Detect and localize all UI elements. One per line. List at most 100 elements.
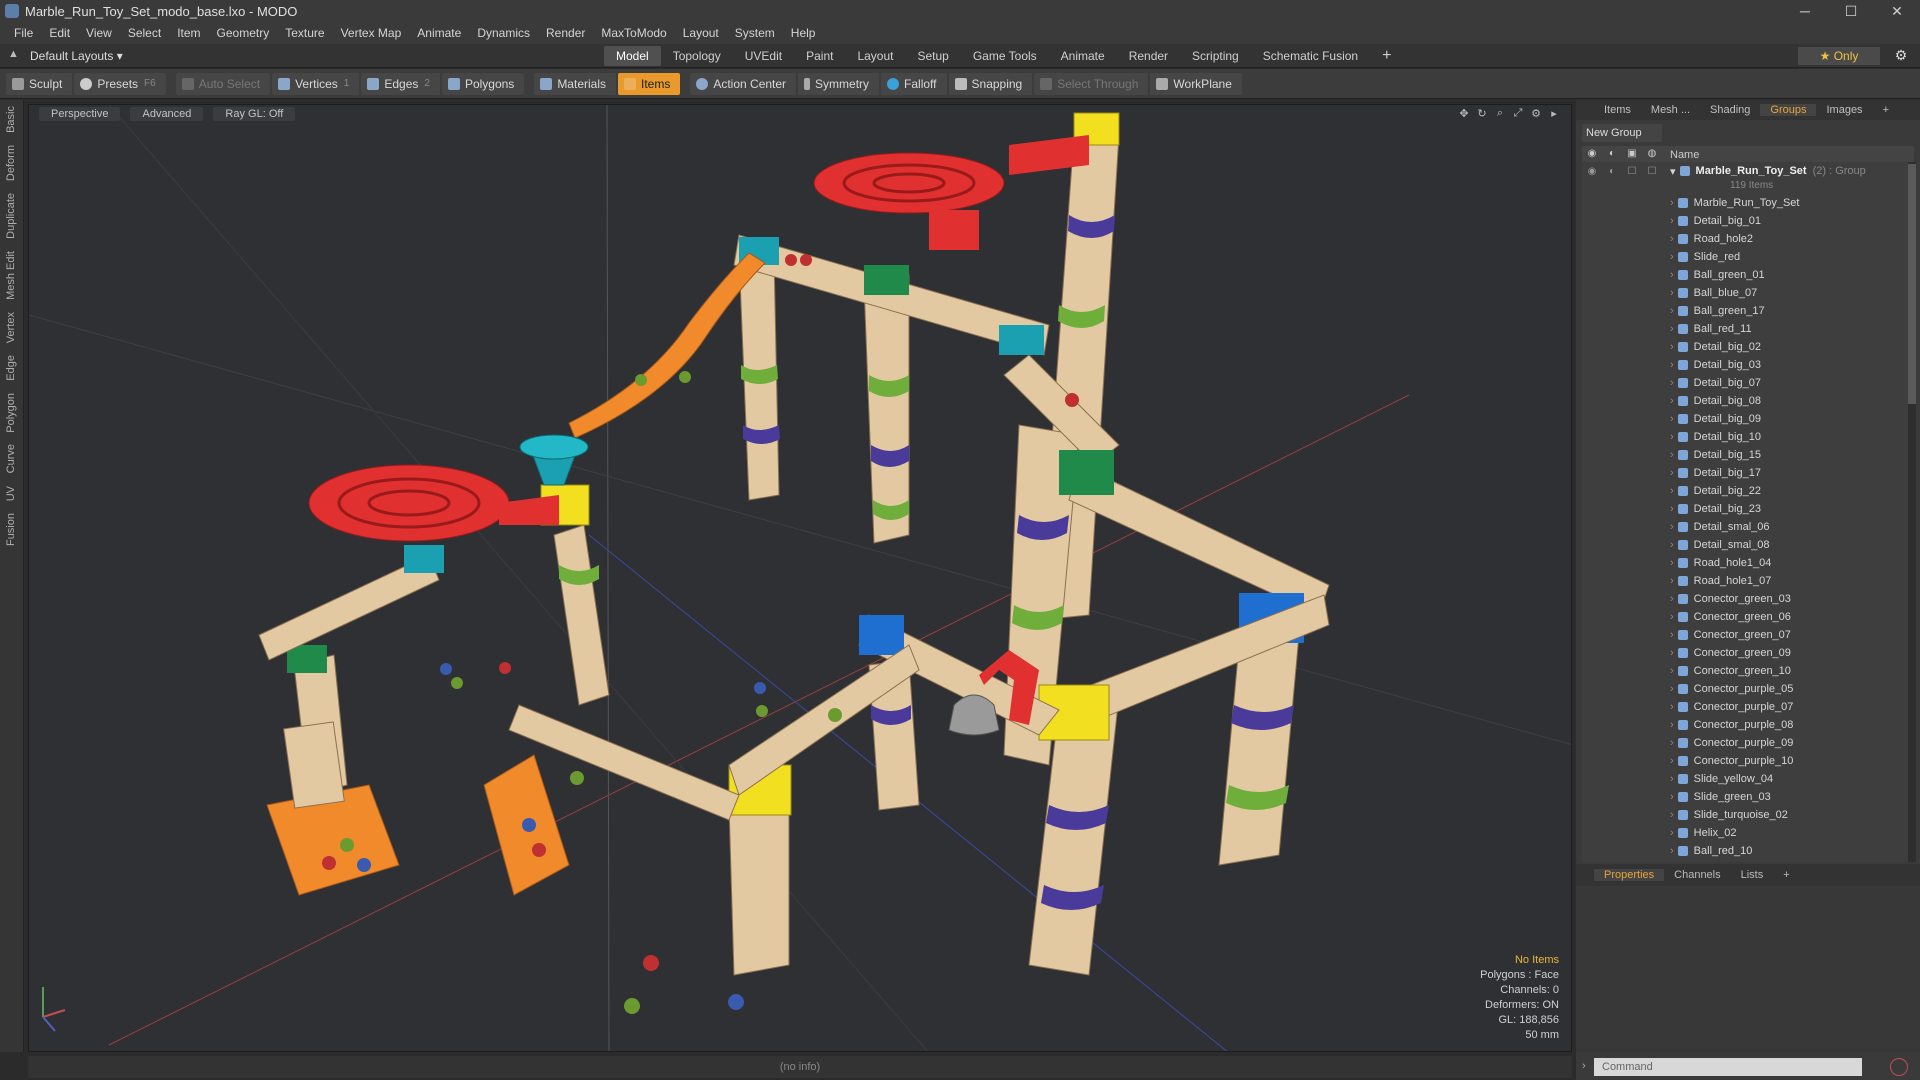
tree-item[interactable]: › Conector_purple_09 (1582, 734, 1908, 752)
tree-item[interactable]: › Detail_smal_06 (1582, 518, 1908, 536)
command-run-icon[interactable] (1890, 1058, 1908, 1076)
item-expand-icon[interactable]: › (1670, 629, 1674, 641)
menu-select[interactable]: Select (120, 26, 169, 40)
tree-item[interactable]: › Helix_02 (1582, 824, 1908, 842)
pan-icon[interactable]: ✥ (1455, 107, 1473, 121)
item-expand-icon[interactable]: › (1670, 341, 1674, 353)
select-through-button[interactable]: Select Through (1034, 72, 1149, 95)
tab-animate[interactable]: Animate (1049, 46, 1117, 66)
tab-lists[interactable]: Lists (1731, 869, 1774, 881)
item-expand-icon[interactable]: › (1670, 539, 1674, 551)
tree-item[interactable]: › Ball_green_01 (1582, 266, 1908, 284)
item-expand-icon[interactable]: › (1670, 305, 1674, 317)
shading-advanced-button[interactable]: Advanced (130, 107, 204, 121)
menu-dynamics[interactable]: Dynamics (469, 26, 538, 40)
only-button[interactable]: ★ Only (1798, 47, 1880, 65)
falloff-button[interactable]: Falloff (881, 72, 947, 95)
tree-item[interactable]: › Conector_green_03 (1582, 590, 1908, 608)
tree-item[interactable]: › Detail_big_09 (1582, 410, 1908, 428)
menu-view[interactable]: View (78, 26, 120, 40)
raygl-button[interactable]: Ray GL: Off (213, 107, 296, 121)
symmetry-button[interactable]: Symmetry (798, 72, 880, 95)
item-expand-icon[interactable]: › (1670, 755, 1674, 767)
tree-item[interactable]: › Detail_big_01 (1582, 212, 1908, 230)
select-column-icon[interactable]: ◍ (1642, 148, 1662, 162)
3d-viewport[interactable]: Perspective Advanced Ray GL: Off ✥ ↻ ⌕ ⤢… (28, 104, 1572, 1052)
tree-item[interactable]: › Conector_green_07 (1582, 626, 1908, 644)
tree-item[interactable]: › Conector_green_10 (1582, 662, 1908, 680)
expand-icon[interactable]: ▾ (1670, 165, 1676, 178)
layout-collapse-icon[interactable]: ▲ (8, 48, 19, 60)
tree-item[interactable]: › Ball_red_11 (1582, 320, 1908, 338)
eye-icon[interactable]: ◉ (1582, 166, 1602, 177)
vtab-uv[interactable]: UV (5, 480, 17, 507)
tab-shading[interactable]: Shading (1700, 104, 1760, 116)
group-row[interactable]: ◉ ◐ ☐ ☐ ▾ Marble_Run_Toy_Set (2) : Group (1582, 162, 1908, 180)
tree-item[interactable]: › Conector_green_06 (1582, 608, 1908, 626)
tree-item[interactable]: › Detail_big_10 (1582, 428, 1908, 446)
render-column-icon[interactable]: ◐ (1602, 148, 1622, 162)
polygons-button[interactable]: Polygons (441, 72, 525, 95)
item-expand-icon[interactable]: › (1670, 503, 1674, 515)
scroll-thumb[interactable] (1908, 164, 1916, 404)
item-expand-icon[interactable]: › (1670, 701, 1674, 713)
vtab-deform[interactable]: Deform (5, 139, 17, 187)
gear-icon[interactable]: ⚙ (1892, 47, 1910, 65)
item-expand-icon[interactable]: › (1670, 719, 1674, 731)
item-expand-icon[interactable]: › (1670, 557, 1674, 569)
maximize-icon[interactable]: ☐ (1828, 0, 1874, 22)
close-icon[interactable]: ✕ (1874, 0, 1920, 22)
vtab-fusion[interactable]: Fusion (5, 507, 17, 552)
tab-setup[interactable]: Setup (905, 46, 960, 66)
menu-animate[interactable]: Animate (409, 26, 469, 40)
viewport-gear-icon[interactable]: ⚙ (1527, 107, 1545, 121)
tree-item[interactable]: › Slide_turquoise_02 (1582, 806, 1908, 824)
tree-item[interactable]: › Road_hole2 (1582, 230, 1908, 248)
tree-item[interactable]: › Conector_purple_10 (1582, 752, 1908, 770)
item-expand-icon[interactable]: › (1670, 377, 1674, 389)
tree-item[interactable]: ›Conector_green_04 (1582, 860, 1908, 862)
tab-model[interactable]: Model (604, 46, 661, 66)
menu-layout[interactable]: Layout (675, 26, 727, 40)
sculpt-button[interactable]: Sculpt (6, 72, 73, 95)
select-icon[interactable]: ☐ (1642, 166, 1662, 177)
tab-game-tools[interactable]: Game Tools (961, 46, 1049, 66)
tree-item[interactable]: › Conector_green_09 (1582, 644, 1908, 662)
tree-item[interactable]: › Conector_purple_05 (1582, 680, 1908, 698)
item-expand-icon[interactable]: › (1670, 485, 1674, 497)
tab-paint[interactable]: Paint (794, 46, 845, 66)
vtab-mesh-edit[interactable]: Mesh Edit (5, 245, 17, 306)
lock-column-icon[interactable]: ▣ (1622, 148, 1642, 162)
zoom-icon[interactable]: ⌕ (1491, 107, 1509, 121)
tree-item[interactable]: › Detail_big_17 (1582, 464, 1908, 482)
tree-item[interactable]: › Ball_blue_07 (1582, 284, 1908, 302)
render-icon[interactable]: ◐ (1602, 166, 1622, 177)
edges-button[interactable]: Edges 2 (361, 72, 440, 95)
item-expand-icon[interactable]: › (1670, 413, 1674, 425)
presets-button[interactable]: Presets F6 (74, 72, 166, 95)
tab-render[interactable]: Render (1117, 46, 1180, 66)
menu-texture[interactable]: Texture (277, 26, 332, 40)
item-expand-icon[interactable]: › (1670, 287, 1674, 299)
item-expand-icon[interactable]: › (1670, 791, 1674, 803)
item-expand-icon[interactable]: › (1670, 773, 1674, 785)
menu-geometry[interactable]: Geometry (209, 26, 278, 40)
item-expand-icon[interactable]: › (1670, 431, 1674, 443)
viewport-menu-icon[interactable]: ▸ (1545, 107, 1563, 121)
new-group-button[interactable]: New Group (1582, 124, 1662, 142)
add-panel-tab-icon[interactable]: + (1873, 104, 1899, 116)
item-expand-icon[interactable]: › (1670, 233, 1674, 245)
tree-item[interactable]: › Slide_green_03 (1582, 788, 1908, 806)
item-expand-icon[interactable]: › (1670, 827, 1674, 839)
item-expand-icon[interactable]: › (1670, 323, 1674, 335)
tree-item[interactable]: › Slide_red (1582, 248, 1908, 266)
lock-icon[interactable]: ☐ (1622, 166, 1642, 177)
groups-tree[interactable]: ◉ ◐ ☐ ☐ ▾ Marble_Run_Toy_Set (2) : Group 11… (1582, 162, 1908, 862)
tab-topology[interactable]: Topology (661, 46, 733, 66)
tree-item[interactable]: › Marble_Run_Toy_Set (1582, 194, 1908, 212)
tab-mesh[interactable]: Mesh ... (1641, 104, 1700, 116)
layout-selector[interactable]: Default Layouts ▾ (30, 49, 123, 63)
menu-maxtomodo[interactable]: MaxToModo (593, 26, 674, 40)
item-expand-icon[interactable]: › (1670, 593, 1674, 605)
tree-item[interactable]: › Detail_big_22 (1582, 482, 1908, 500)
